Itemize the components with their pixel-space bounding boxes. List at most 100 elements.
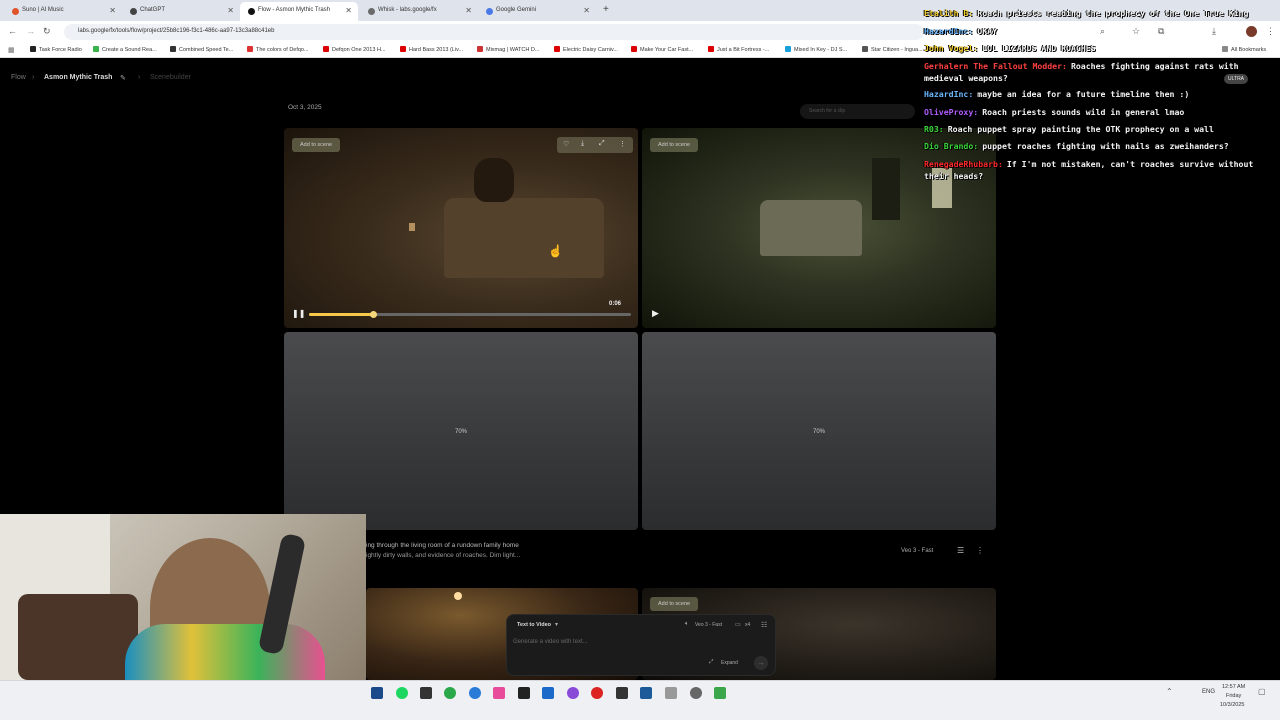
extensions-icon[interactable]: ⧉ <box>1158 26 1164 37</box>
app-icon[interactable] <box>567 687 579 699</box>
project-title: Asmon Mythic Trash <box>44 74 113 81</box>
app-icon[interactable] <box>493 687 505 699</box>
settings-sliders-icon[interactable]: ☷ <box>761 621 767 629</box>
prompt-composer: Text to Video ▾ 🔈︎ Veo 3 - Fast ▭ x4 ☷ G… <box>506 614 776 676</box>
tab-gemini[interactable]: Google Gemini ✕ <box>478 2 596 21</box>
language-indicator[interactable]: ENG <box>1202 689 1215 695</box>
model-label: Veo 3 - Fast <box>901 548 934 554</box>
bookmark-item[interactable]: Defqon One 2013 H... <box>323 46 386 53</box>
new-tab-plus-icon[interactable]: + <box>603 4 609 15</box>
steam-icon[interactable] <box>371 687 383 699</box>
more-vert-icon[interactable]: ⋮ <box>976 546 984 555</box>
add-to-scene-button[interactable]: Add to scene <box>650 597 699 611</box>
output-count[interactable]: x4 <box>745 622 750 628</box>
bookmark-favicon-icon <box>708 46 714 52</box>
notification-icon[interactable]: ▢ <box>1258 687 1266 696</box>
play-icon[interactable]: ▶ <box>652 308 659 319</box>
bookmark-item[interactable]: Create a Sound Rea... <box>93 46 157 53</box>
add-to-scene-button[interactable]: Add to scene <box>292 138 341 152</box>
edit-pencil-icon[interactable]: ✎ <box>120 74 126 82</box>
bookmark-item[interactable]: Mixed In Key - DJ S... <box>785 46 847 53</box>
bookmark-item[interactable]: Star Citizen - Ingua... <box>862 46 923 53</box>
chat-text: maybe an idea for a future timeline then… <box>977 89 1190 99</box>
search-clip-input[interactable]: Search for a clip <box>800 104 915 119</box>
chevron-down-icon[interactable]: ▾ <box>555 621 558 628</box>
reload-icon[interactable]: ↻ <box>43 26 51 37</box>
tab-whisk[interactable]: Whisk - labs.google/fx ✕ <box>360 2 478 21</box>
app-icon[interactable] <box>420 687 432 699</box>
zoom-icon[interactable]: ⌕ <box>1100 26 1105 37</box>
close-icon[interactable]: ✕ <box>345 6 352 15</box>
bookmark-label: Task Force Radio <box>39 47 82 53</box>
bookmark-item[interactable]: Just a Bit Fortress -... <box>708 46 769 53</box>
app-icon[interactable] <box>616 687 628 699</box>
all-bookmarks-label: All Bookmarks <box>1231 47 1267 53</box>
all-bookmarks-button[interactable]: All Bookmarks <box>1222 46 1266 53</box>
browser-icon[interactable] <box>444 687 456 699</box>
chat-text: puppet roaches fighting with nails as zw… <box>982 141 1229 151</box>
video-progress-fill <box>309 313 374 316</box>
video-card-living-room-roach[interactable]: Add to scene ♡ ⤓ ⤢ ⋮ 0:06 ❚❚ ☝ <box>284 128 638 328</box>
chat-text: Roach puppet spray painting the OTK prop… <box>947 124 1214 134</box>
bookmark-item[interactable]: Make Your Car Fast... <box>631 46 693 53</box>
more-vert-icon[interactable]: ⋮ <box>619 140 626 148</box>
app-icon[interactable] <box>640 687 652 699</box>
back-arrow-icon[interactable]: ← <box>8 26 17 36</box>
edge-icon[interactable] <box>469 687 481 699</box>
bookmark-item[interactable]: The colors of Defqo... <box>247 46 309 53</box>
mode-selector[interactable]: Text to Video <box>517 622 551 628</box>
browser-menu-icon[interactable]: ⋮ <box>1266 26 1275 37</box>
url-field[interactable]: labs.google/fx/tools/flow/project/25b8c1… <box>64 24 924 40</box>
tab-label: Suno | AI Music <box>22 7 64 13</box>
bookmark-favicon-icon <box>400 46 406 52</box>
tab-suno[interactable]: Suno | AI Music ✕ <box>4 2 122 21</box>
composer-model[interactable]: Veo 3 - Fast <box>695 622 722 628</box>
bookmark-item[interactable]: Mixmag | WATCH D... <box>477 46 539 53</box>
bookmark-item[interactable]: Hard Bass 2013 (Liv... <box>400 46 463 53</box>
bookmark-item[interactable]: Electric Daisy Carniv... <box>554 46 618 53</box>
app-icon[interactable] <box>542 687 554 699</box>
bookmark-favicon-icon <box>170 46 176 52</box>
close-icon[interactable]: ✕ <box>227 6 234 15</box>
webcam-overlay <box>0 514 366 680</box>
forward-arrow-icon[interactable]: → <box>26 26 35 36</box>
chrome-icon[interactable] <box>591 687 603 699</box>
download-icon[interactable]: ⤓ <box>1212 26 1216 37</box>
expand-icon[interactable]: ⤢ <box>709 659 713 666</box>
expand-icon[interactable]: ⤢ <box>599 140 605 148</box>
webcam-person-shirt <box>125 624 325 680</box>
breadcrumb-flow[interactable]: Flow <box>11 74 26 81</box>
chat-message: HazardInc: maybe an idea for a future tim… <box>924 89 1189 99</box>
settings-icon[interactable] <box>690 687 702 699</box>
prompt-input[interactable]: Generate a video with text... <box>513 639 588 645</box>
app-icon[interactable] <box>714 687 726 699</box>
send-arrow-icon[interactable]: → <box>754 656 768 670</box>
close-icon[interactable]: ✕ <box>583 6 590 15</box>
bookmark-item[interactable]: Task Force Radio <box>30 46 82 53</box>
close-icon[interactable]: ✕ <box>109 6 116 15</box>
webcam-chair <box>18 594 138 680</box>
video-progress-track[interactable] <box>309 311 631 318</box>
add-to-scene-button[interactable]: Add to scene <box>650 138 699 152</box>
doorway <box>872 158 900 220</box>
profile-avatar[interactable] <box>1246 26 1257 37</box>
chevron-up-icon[interactable]: ⌃ <box>1166 687 1173 696</box>
bookmark-item[interactable]: Combined Speed Te... <box>170 46 233 53</box>
apps-grid-icon[interactable]: ▦ <box>8 46 15 54</box>
expand-button[interactable]: Expand <box>721 660 738 666</box>
heart-icon[interactable]: ♡ <box>563 140 569 148</box>
video-progress-handle[interactable] <box>370 311 378 318</box>
spotify-icon[interactable] <box>396 687 408 699</box>
close-icon[interactable]: ✕ <box>465 6 472 15</box>
list-icon[interactable]: ☰ <box>957 546 964 555</box>
windows-taskbar: ⌃ ENG 12:57 AM Friday 10/3/2025 ▢ <box>0 680 1280 720</box>
bookmark-star-icon[interactable]: ☆ <box>1132 26 1140 37</box>
breadcrumb-scenebuilder[interactable]: Scenebuilder <box>150 74 191 81</box>
app-icon[interactable] <box>665 687 677 699</box>
tab-flow[interactable]: Flow - Asmon Mythic Trash ✕ <box>240 2 358 21</box>
bookmark-favicon-icon <box>862 46 868 52</box>
app-icon[interactable] <box>518 687 530 699</box>
download-icon[interactable]: ⤓ <box>581 140 584 148</box>
pause-icon[interactable]: ❚❚ <box>292 309 305 318</box>
tab-chatgpt[interactable]: ChatGPT ✕ <box>122 2 240 21</box>
